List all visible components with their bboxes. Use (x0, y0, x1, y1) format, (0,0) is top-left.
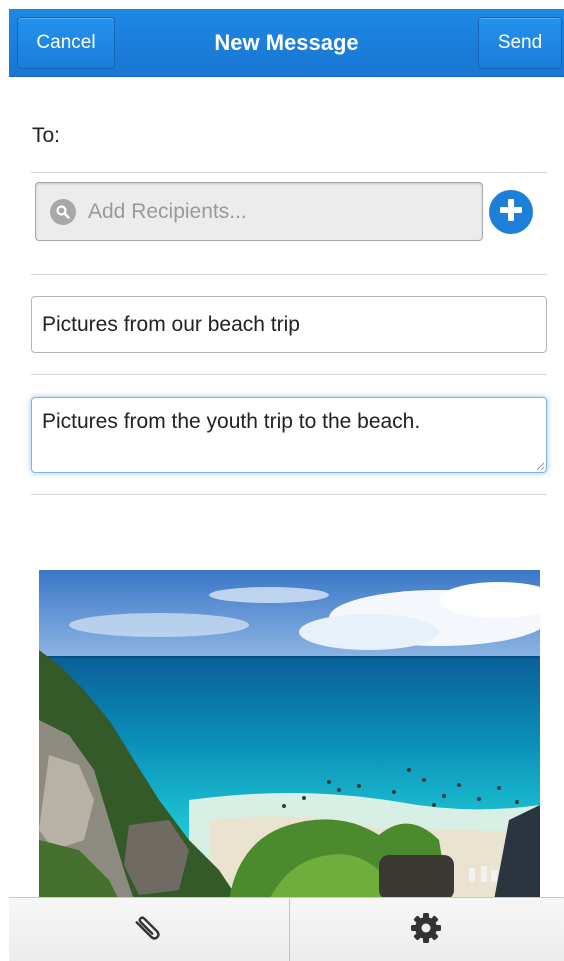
cancel-button[interactable]: Cancel (17, 17, 115, 69)
recipients-field[interactable] (35, 182, 483, 241)
bottom-toolbar (9, 897, 564, 961)
recipients-input[interactable] (86, 198, 460, 225)
add-recipient-button[interactable] (489, 190, 533, 234)
settings-button[interactable] (287, 898, 564, 961)
subject-input[interactable] (31, 296, 547, 353)
divider (31, 172, 547, 173)
send-button[interactable]: Send (478, 17, 562, 69)
plus-circle-icon (498, 197, 524, 228)
new-message-screen: New Message Cancel Send To: Pictures fro… (0, 0, 564, 961)
search-icon (50, 198, 76, 225)
paperclip-icon (131, 911, 165, 950)
gear-icon (409, 911, 443, 950)
message-body-textarea[interactable]: Pictures from the youth trip to the beac… (31, 397, 547, 473)
to-label: To: (32, 124, 61, 147)
attach-button[interactable] (9, 898, 286, 961)
divider (31, 274, 547, 275)
resize-handle-icon[interactable] (536, 462, 545, 471)
header-bar: New Message Cancel Send (9, 9, 564, 77)
divider (31, 494, 547, 495)
divider (31, 374, 547, 375)
attached-photo[interactable] (39, 570, 540, 900)
